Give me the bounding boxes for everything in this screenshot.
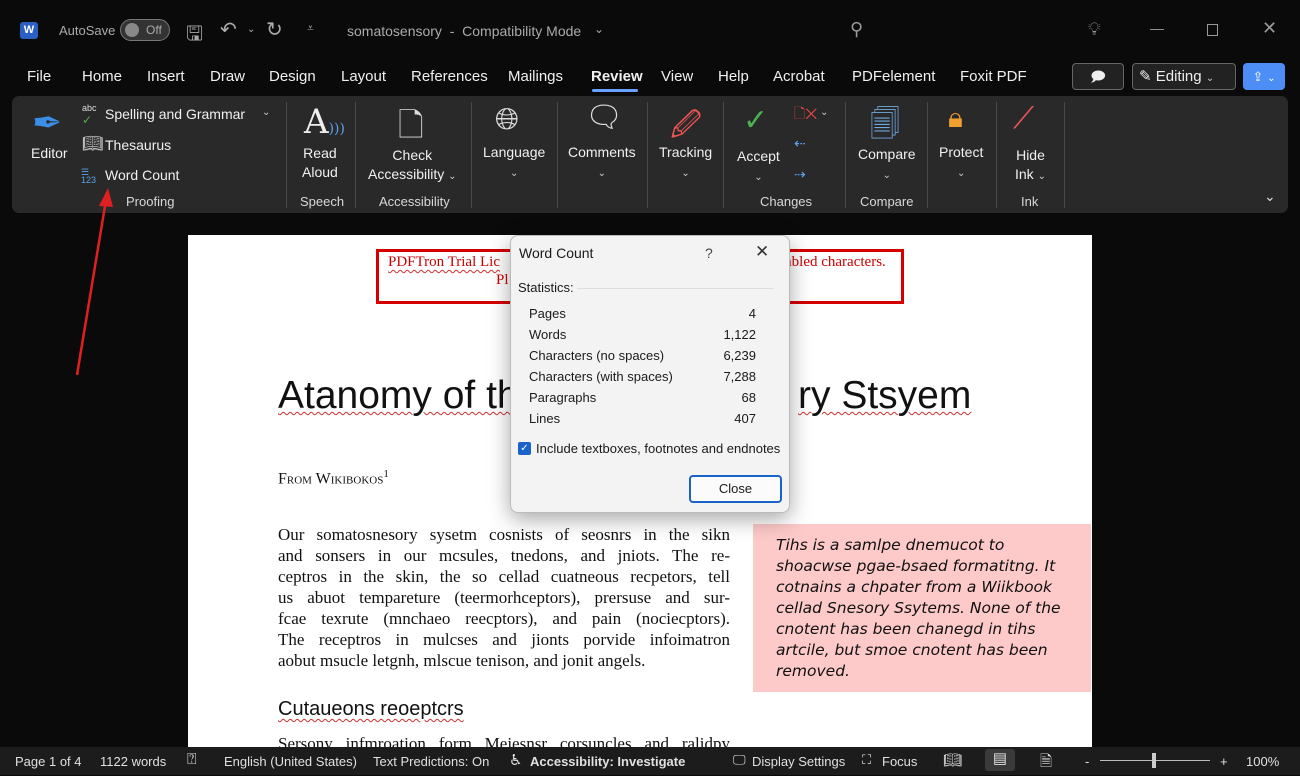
stat-label: Characters (with spaces) [529,369,673,384]
stat-row: Characters (no spaces) 6,239 [529,348,756,363]
web-layout-icon[interactable]: 🗎 [1040,751,1052,776]
focus-button[interactable]: Focus [882,754,917,769]
stat-row: Words 1,122 [529,327,756,342]
zoom-in-button[interactable]: + [1220,754,1228,769]
zoom-slider-thumb[interactable] [1152,753,1156,768]
display-settings[interactable]: Display Settings [752,754,845,769]
zoom-out-button[interactable]: - [1085,754,1089,769]
stat-row: Pages 4 [529,306,756,321]
proofing-icon[interactable]: ⍰ [187,751,197,769]
stat-label: Characters (no spaces) [529,348,665,363]
zoom-level[interactable]: 100% [1246,754,1279,769]
close-label: Close [718,481,753,496]
stat-label: Paragraphs [529,390,597,405]
accessibility-status[interactable]: Accessibility: Investigate [530,754,685,769]
focus-icon: ⛶ [862,752,872,767]
stat-value: 6,239 [723,348,756,363]
read-mode-icon[interactable]: 📖︎ [943,751,962,769]
accessibility-icon: ♿︎ [509,752,523,769]
stat-value: 68 [741,390,756,405]
close-button[interactable]: Close [689,475,782,503]
dialog-title: Word Count [519,245,594,261]
stat-label: Pages [529,306,566,321]
text-predictions[interactable]: Text Predictions: On [373,754,489,769]
language-indicator[interactable]: English (United States) [224,754,357,769]
word-count-indicator[interactable]: 1122 words [100,754,166,769]
stat-row: Lines 407 [529,411,756,426]
help-button[interactable]: ? [705,245,713,261]
statistics-label: Statistics: [518,280,574,295]
include-textboxes-checkbox[interactable]: ✓ [518,442,531,455]
stat-row: Characters (with spaces) 7,288 [529,369,756,384]
include-textboxes-label[interactable]: Include textboxes, footnotes and endnote… [536,441,780,456]
page-indicator[interactable]: Page 1 of 4 [15,754,82,769]
stat-value: 407 [734,411,756,426]
stat-label: Words [529,327,567,342]
close-icon[interactable]: ✕ [755,242,769,262]
display-settings-icon: 🖵 [733,752,746,767]
stat-label: Lines [529,411,561,426]
word-count-dialog: Word Count ? ✕ Statistics: Pages 4 Words 1… [510,235,790,513]
stat-value: 1,122 [723,327,756,342]
print-layout-icon[interactable]: ▤ [985,749,1015,771]
status-bar: Page 1 of 4 1122 words ⍰ English (United… [0,747,1300,775]
stat-row: Paragraphs 68 [529,390,756,405]
stat-value: 7,288 [723,369,756,384]
stat-value: 4 [748,306,756,321]
